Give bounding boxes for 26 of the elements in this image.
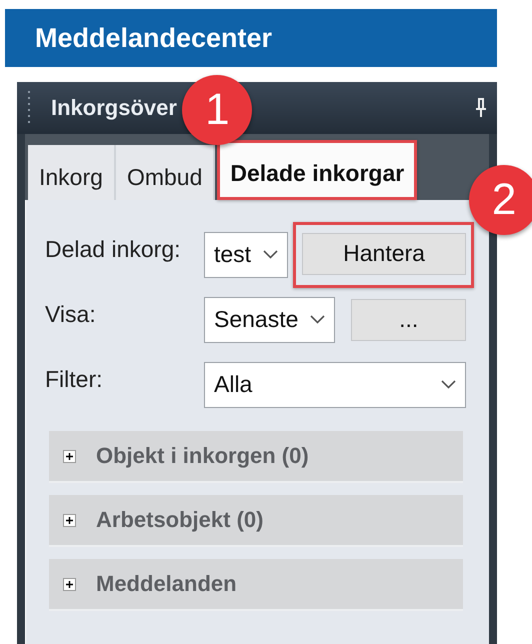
tab[interactable]: Delade inkorgar (220, 143, 414, 197)
header-title: Meddelandecenter (35, 23, 272, 54)
chevron-icon (441, 380, 456, 389)
field-label: Filter: (45, 366, 104, 393)
expand-icon[interactable] (63, 578, 76, 590)
chevron-icon (310, 315, 326, 324)
section-header[interactable]: Arbetsobjekt (0) (49, 495, 463, 547)
dropdown-field[interactable]: Senaste (204, 296, 336, 342)
pin-icon[interactable] (475, 98, 487, 118)
expand-icon[interactable] (63, 450, 76, 462)
action-button[interactable]: Hantera (302, 232, 466, 274)
chevron-icon (263, 250, 278, 259)
expand-icon[interactable] (63, 514, 76, 526)
callout-marker: 1 (182, 75, 252, 145)
dropdown-field[interactable]: test (204, 232, 288, 278)
panel-title: Inkorgsöver (51, 95, 177, 121)
section-header[interactable]: Meddelanden (49, 559, 463, 611)
tab[interactable]: Ombud (116, 145, 216, 200)
field-label: Delad inkorg: (45, 236, 182, 263)
callout-marker: 2 (469, 164, 532, 234)
field-label: Visa: (45, 301, 97, 328)
tab[interactable]: Inkorg (28, 145, 116, 200)
action-button[interactable]: ... (351, 298, 466, 340)
section-header[interactable]: Objekt i inkorgen (0) (49, 431, 463, 483)
grip-icon[interactable] (27, 90, 31, 126)
dropdown-field[interactable]: Alla (204, 362, 466, 408)
